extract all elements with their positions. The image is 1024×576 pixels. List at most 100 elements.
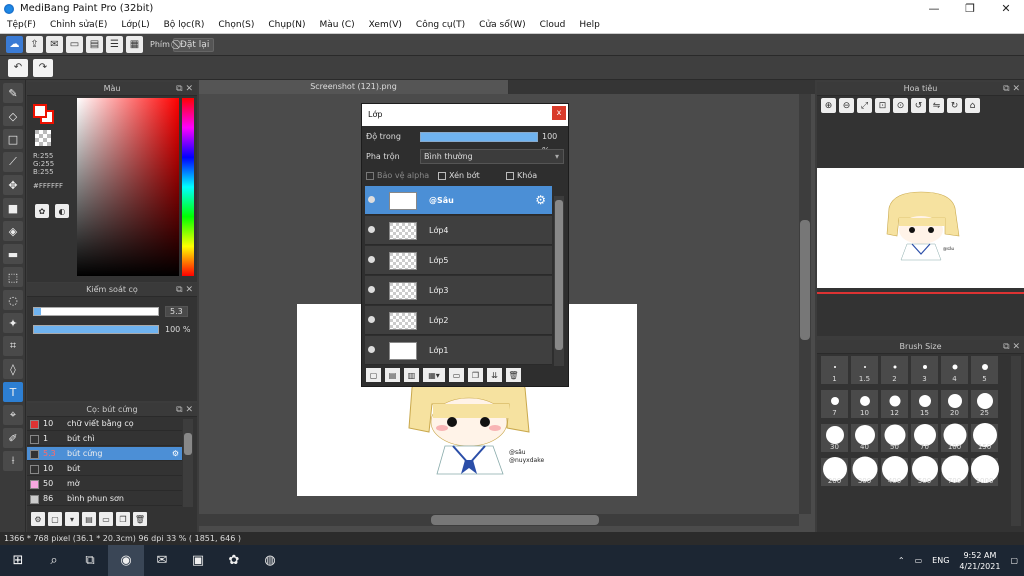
brush-size-preset[interactable]: 12: [881, 390, 908, 418]
canvas-horizontal-scrollbar[interactable]: [199, 514, 799, 526]
close-button[interactable]: ✕: [988, 0, 1024, 17]
magic-wand-tool-icon[interactable]: ✦: [3, 313, 23, 333]
brush-size-preset[interactable]: 300: [851, 456, 878, 486]
brush-list-item[interactable]: 86 bình phun sơn: [27, 492, 182, 506]
brush-size-preset[interactable]: 50: [881, 424, 908, 452]
layer-item[interactable]: Lớp3: [365, 276, 552, 305]
transparent-color-swatch[interactable]: [35, 130, 51, 146]
redo-icon[interactable]: ↷: [33, 58, 53, 77]
foreground-color-swatch[interactable]: [33, 104, 47, 118]
brush-size-preset[interactable]: 10: [851, 390, 878, 418]
medibang-taskbar-icon[interactable]: ◉: [108, 545, 144, 576]
new-8bit-layer-icon[interactable]: ▥: [404, 368, 419, 382]
brush-list-item[interactable]: 10 bút: [27, 462, 182, 476]
brush-size-preset[interactable]: 1: [821, 356, 848, 384]
windows-start-icon[interactable]: ⊞: [0, 545, 36, 576]
brush-size-preset[interactable]: 100: [941, 423, 968, 452]
maximize-button[interactable]: ❐: [952, 0, 988, 17]
zoom-in-icon[interactable]: ⊕: [821, 98, 836, 113]
brush-size-preset[interactable]: 4: [941, 356, 968, 384]
brush-gear-icon[interactable]: ⚙: [31, 512, 45, 526]
brush-size-preset[interactable]: 70: [911, 424, 938, 452]
visibility-icon[interactable]: [368, 256, 375, 263]
visibility-icon[interactable]: [368, 226, 375, 233]
folder-icon[interactable]: ▭: [449, 368, 464, 382]
hand-tool-icon[interactable]: ⟊: [3, 451, 23, 471]
navigator-preview[interactable]: @sâu: [817, 168, 1024, 288]
gear-icon[interactable]: ⚙: [172, 447, 179, 461]
panel-controls[interactable]: ⧉ ✕: [176, 283, 193, 297]
brush-size-preset[interactable]: 5: [971, 356, 998, 384]
brush-list-scrollbar[interactable]: [183, 419, 193, 507]
layer-item[interactable]: Lớp5: [365, 246, 552, 275]
menu-snap[interactable]: Chụp(N): [261, 20, 312, 30]
grid-icon[interactable]: ▦: [126, 36, 143, 53]
fill-rect-tool-icon[interactable]: ■: [3, 198, 23, 218]
new-brush-icon[interactable]: ▢: [48, 512, 62, 526]
minimize-button[interactable]: —: [916, 0, 952, 17]
brush-size-preset[interactable]: 30: [821, 424, 848, 452]
search-icon[interactable]: ⌕: [36, 545, 72, 576]
brush-list-item[interactable]: 50 mờ: [27, 477, 182, 491]
menu-select[interactable]: Chọn(S): [211, 20, 261, 30]
palette-icon[interactable]: ✿: [35, 204, 49, 218]
clipping-checkbox[interactable]: Xén bớt: [438, 169, 480, 183]
brush-file-icon[interactable]: ▤: [82, 512, 96, 526]
menu-view[interactable]: Xem(V): [362, 20, 409, 30]
chevron-up-icon[interactable]: ⌃: [898, 556, 905, 565]
move-tool-icon[interactable]: ✥: [3, 175, 23, 195]
fit-icon[interactable]: ⤢: [857, 98, 872, 113]
brush-size-preset[interactable]: 1000: [970, 455, 999, 486]
zoom-out-icon[interactable]: ⊖: [839, 98, 854, 113]
brush-list-item[interactable]: 10 chữ viết bằng cọ: [27, 417, 182, 431]
delete-brush-icon[interactable]: 🗑: [133, 512, 147, 526]
lasso-tool-icon[interactable]: ◌: [3, 290, 23, 310]
canvas-vertical-scrollbar[interactable]: [799, 94, 811, 514]
add-brush-icon[interactable]: ▾: [65, 512, 79, 526]
new-layer-icon[interactable]: ▢: [366, 368, 381, 382]
new-halftone-layer-icon[interactable]: ▤: [385, 368, 400, 382]
add-layer-dropdown-icon[interactable]: ▦▾: [423, 368, 445, 382]
clock[interactable]: 9:52 AM 4/21/2021: [959, 550, 1000, 572]
color-wheel-icon[interactable]: ◐: [55, 204, 69, 218]
app-taskbar-icon[interactable]: ✿: [216, 545, 252, 576]
game-taskbar-icon[interactable]: ▣: [180, 545, 216, 576]
monitor-icon[interactable]: ▭: [66, 36, 83, 53]
hue-slider[interactable]: [182, 98, 194, 276]
brush-size-preset[interactable]: 2: [881, 356, 908, 384]
chrome-taskbar-icon[interactable]: ◍: [252, 545, 288, 576]
select-tool-icon[interactable]: ⬚: [3, 267, 23, 287]
brush-size-preset[interactable]: 150: [971, 423, 998, 452]
reset-button[interactable]: ⃠ Đặt lại: [172, 37, 215, 52]
merge-layer-icon[interactable]: ⇊: [487, 368, 502, 382]
mail-taskbar-icon[interactable]: ✉: [144, 545, 180, 576]
brush-size-preset[interactable]: 15: [911, 390, 938, 418]
menu-cloud[interactable]: Cloud: [533, 20, 573, 30]
brush-opacity-slider[interactable]: [33, 325, 159, 334]
brush-size-preset[interactable]: 500: [911, 456, 938, 486]
bucket-tool-icon[interactable]: ◈: [3, 221, 23, 241]
menu-edit[interactable]: Chỉnh sửa(E): [43, 20, 114, 30]
lock-checkbox[interactable]: Khóa: [506, 169, 537, 183]
dropper-tool-icon[interactable]: ✐: [3, 428, 23, 448]
brush-size-preset[interactable]: 700: [941, 455, 968, 486]
list-icon[interactable]: ☰: [106, 36, 123, 53]
flip-icon[interactable]: ⇋: [929, 98, 944, 113]
dot-tool-icon[interactable]: ⟋: [3, 152, 23, 172]
visibility-icon[interactable]: [368, 286, 375, 293]
visibility-icon[interactable]: [368, 346, 375, 353]
folder-icon[interactable]: ▭: [99, 512, 113, 526]
text-tool-icon[interactable]: T: [3, 382, 23, 402]
brush-size-preset[interactable]: 7: [821, 390, 848, 418]
brush-size-scrollbar[interactable]: [1011, 356, 1021, 526]
action-center-icon[interactable]: ▢: [1010, 556, 1018, 565]
duplicate-layer-icon[interactable]: ❐: [468, 368, 483, 382]
reset-view-icon[interactable]: ⌂: [965, 98, 980, 113]
language-indicator[interactable]: ENG: [932, 556, 949, 565]
document-tab[interactable]: Screenshot (121).png: [199, 80, 509, 94]
panel-controls[interactable]: ⧉ ✕: [1003, 82, 1020, 96]
delete-layer-icon[interactable]: 🗑: [506, 368, 521, 382]
select-eraser-tool-icon[interactable]: ◊: [3, 359, 23, 379]
brush-size-value[interactable]: 5.3: [165, 306, 188, 317]
menu-help[interactable]: Help: [572, 20, 607, 30]
